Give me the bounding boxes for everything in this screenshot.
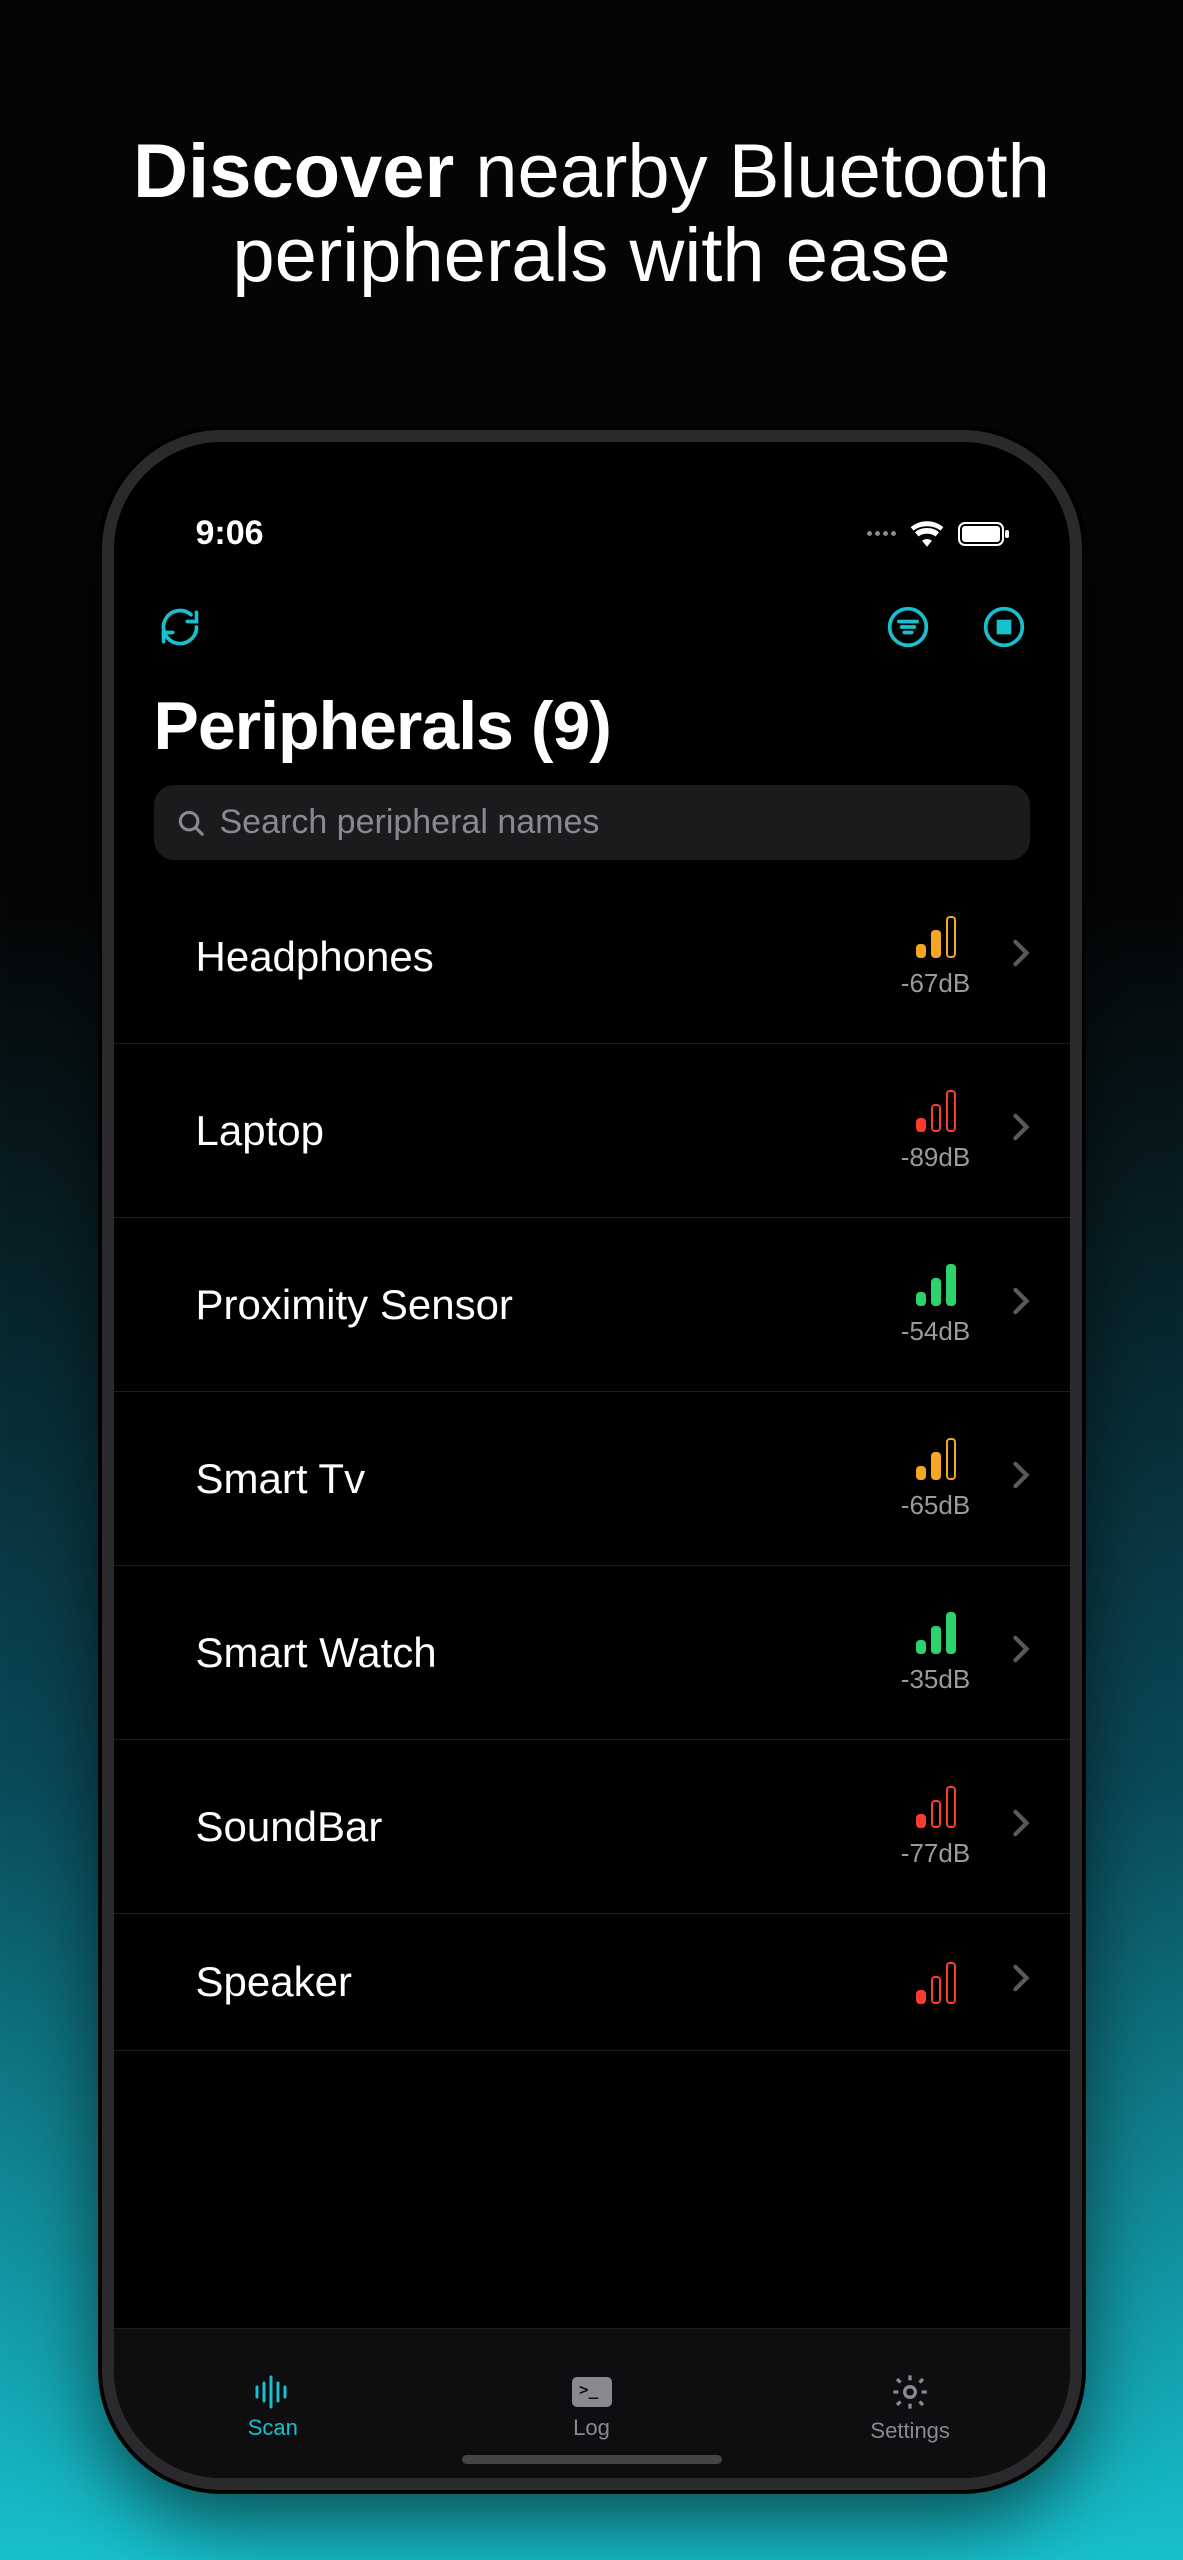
terminal-icon: >_ xyxy=(570,2375,614,2409)
status-right xyxy=(867,521,1010,547)
chevron-right-icon xyxy=(1006,1113,1030,1149)
chevron-right-icon xyxy=(1006,1635,1030,1671)
tab-bar: Scan >_ Log Settings xyxy=(114,2328,1070,2478)
filter-icon xyxy=(886,605,930,649)
peripheral-list[interactable]: Headphones -67dB Laptop -89dB Proximity … xyxy=(114,870,1070,2478)
chevron-right-icon xyxy=(1006,1964,1030,2000)
tab-settings-label: Settings xyxy=(870,2418,950,2444)
peripheral-name: Smart Watch xyxy=(196,1629,866,1677)
stop-icon xyxy=(982,605,1026,649)
wifi-icon xyxy=(910,521,944,547)
promo-headline: Discover nearby Bluetooth peripherals wi… xyxy=(0,0,1183,297)
chevron-right-icon xyxy=(1006,1287,1030,1323)
peripheral-row[interactable]: Headphones -67dB xyxy=(114,870,1070,1044)
peripheral-name: Proximity Sensor xyxy=(196,1281,866,1329)
promo-bold: Discover xyxy=(133,129,454,214)
svg-text:>_: >_ xyxy=(579,2380,599,2399)
home-indicator[interactable] xyxy=(462,2455,722,2464)
peripheral-name: Smart Tv xyxy=(196,1455,866,1503)
peripheral-name: Headphones xyxy=(196,933,866,981)
signal-indicator: -77dB xyxy=(886,1784,986,1869)
peripheral-row[interactable]: Smart Tv -65dB xyxy=(114,1392,1070,1566)
phone-frame: 9:06 Peripherals (9) xyxy=(102,430,1082,2490)
rssi-value: -35dB xyxy=(901,1664,970,1695)
tab-log-label: Log xyxy=(573,2415,610,2441)
signal-indicator: -35dB xyxy=(886,1610,986,1695)
signal-indicator: -54dB xyxy=(886,1262,986,1347)
rssi-value: -89dB xyxy=(901,1142,970,1173)
search-icon xyxy=(176,808,206,838)
search-field[interactable] xyxy=(154,785,1030,860)
tab-settings[interactable]: Settings xyxy=(751,2329,1070,2478)
peripheral-row[interactable]: Smart Watch -35dB xyxy=(114,1566,1070,1740)
peripheral-name: Speaker xyxy=(196,1958,866,2006)
status-bar: 9:06 xyxy=(114,442,1070,553)
title-count: 9 xyxy=(552,688,589,764)
peripheral-row[interactable]: SoundBar -77dB xyxy=(114,1740,1070,1914)
screen: 9:06 Peripherals (9) xyxy=(114,442,1070,2478)
peripheral-name: Laptop xyxy=(196,1107,866,1155)
chevron-right-icon xyxy=(1006,1809,1030,1845)
refresh-button[interactable] xyxy=(154,601,206,653)
tab-scan[interactable]: Scan xyxy=(114,2329,433,2478)
signal-indicator: -65dB xyxy=(886,1436,986,1521)
search-input[interactable] xyxy=(220,803,1008,842)
peripheral-row[interactable]: Speaker xyxy=(114,1914,1070,2051)
signal-indicator: -67dB xyxy=(886,914,986,999)
signal-indicator: -89dB xyxy=(886,1088,986,1173)
stop-scan-button[interactable] xyxy=(978,601,1030,653)
refresh-icon xyxy=(158,605,202,649)
cellular-dots-icon xyxy=(867,531,896,536)
chevron-right-icon xyxy=(1006,1461,1030,1497)
signal-indicator xyxy=(886,1960,986,2004)
gear-icon xyxy=(890,2372,930,2412)
title-text: Peripherals xyxy=(154,688,513,764)
battery-icon xyxy=(958,522,1010,546)
peripheral-row[interactable]: Proximity Sensor -54dB xyxy=(114,1218,1070,1392)
chevron-right-icon xyxy=(1006,939,1030,975)
peripheral-row[interactable]: Laptop -89dB xyxy=(114,1044,1070,1218)
filter-button[interactable] xyxy=(882,601,934,653)
rssi-value: -65dB xyxy=(901,1490,970,1521)
tab-scan-label: Scan xyxy=(248,2415,298,2441)
status-time: 9:06 xyxy=(196,514,264,553)
nav-row xyxy=(114,553,1070,663)
scan-icon xyxy=(253,2375,293,2409)
rssi-value: -67dB xyxy=(901,968,970,999)
peripheral-name: SoundBar xyxy=(196,1803,866,1851)
rssi-value: -77dB xyxy=(901,1838,970,1869)
page-title: Peripherals (9) xyxy=(114,663,1070,785)
rssi-value: -54dB xyxy=(901,1316,970,1347)
